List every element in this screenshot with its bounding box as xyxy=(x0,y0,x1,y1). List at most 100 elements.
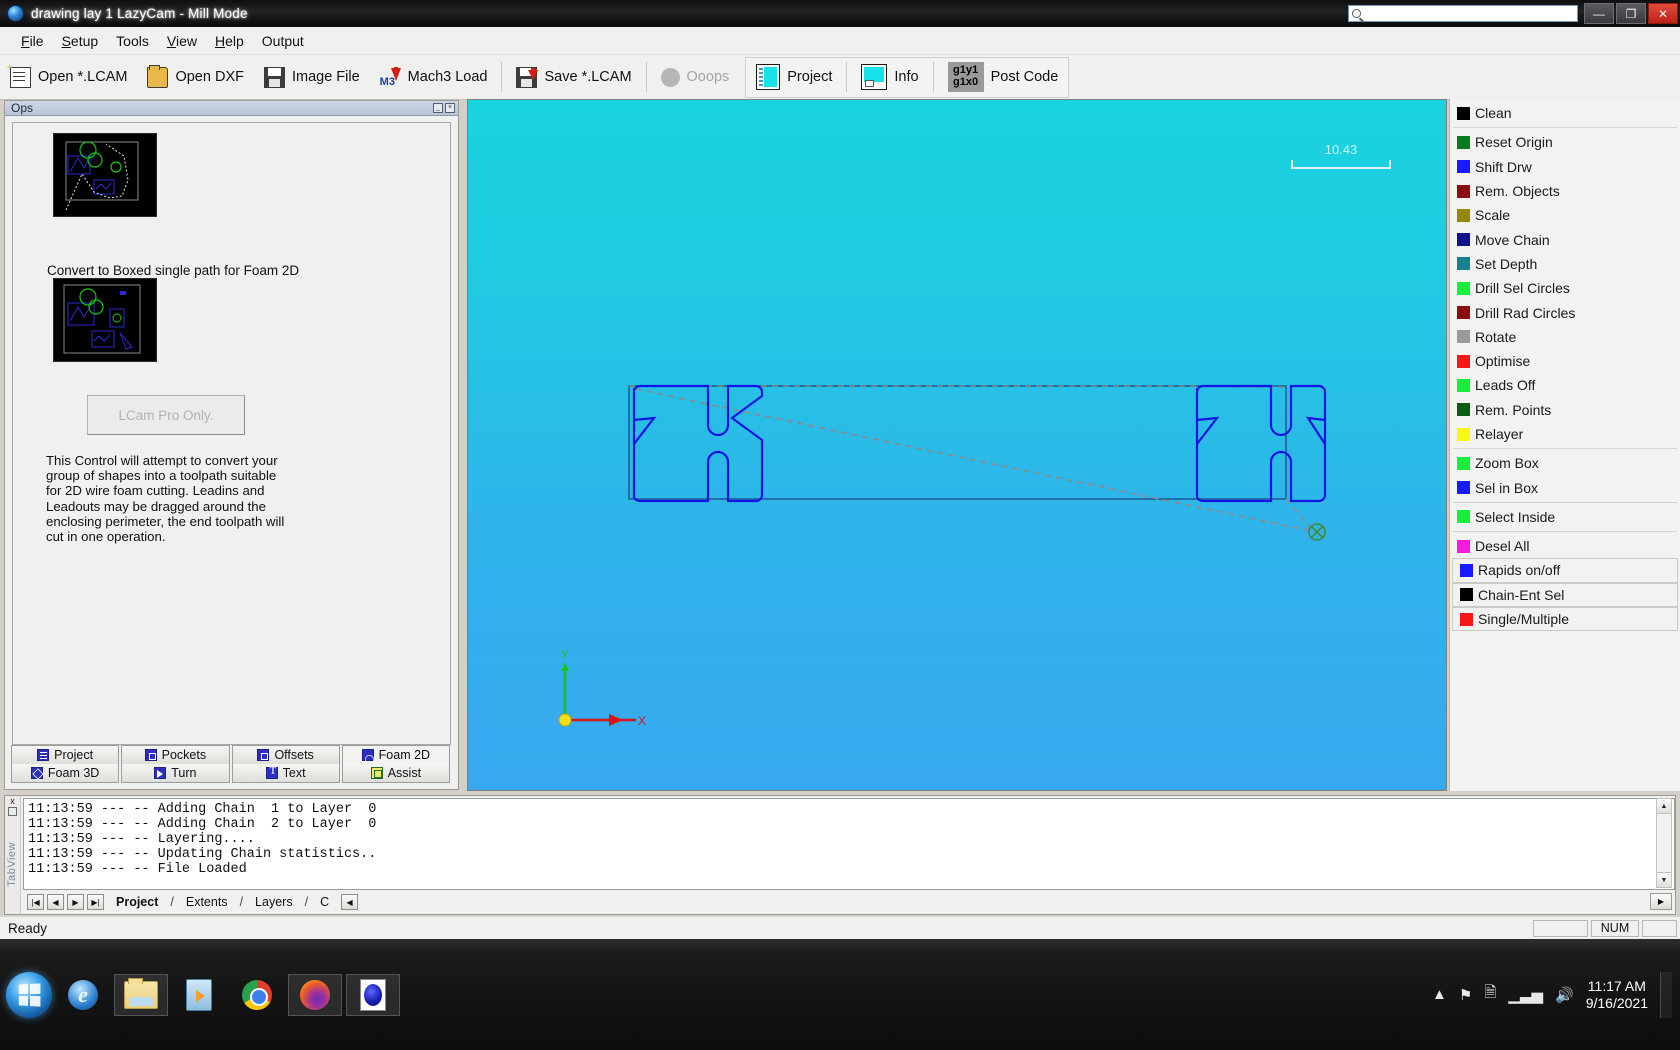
log-vertical-scrollbar[interactable]: ▲ ▼ xyxy=(1656,798,1672,888)
taskbar-clock[interactable]: 11:17 AM 9/16/2021 xyxy=(1586,978,1648,1012)
log-tab-extents[interactable]: Extents xyxy=(177,894,237,910)
command-zoom-box[interactable]: Zoom Box xyxy=(1450,451,1680,475)
tab-text[interactable]: Text xyxy=(232,764,340,783)
gcode-line-2: g1x0 xyxy=(953,77,978,89)
taskbar-firefox[interactable] xyxy=(288,974,342,1016)
command-rem-objects[interactable]: Rem. Objects xyxy=(1450,179,1680,203)
nav-prev-button[interactable]: ◀ xyxy=(47,894,64,910)
maximize-button[interactable]: ❐ xyxy=(1616,3,1646,24)
command-drill-sel-circles[interactable]: Drill Sel Circles xyxy=(1450,276,1680,300)
image-file-button[interactable]: Image File xyxy=(254,59,370,95)
system-tray: ▲ ⚑ 🗎 ▁▃▅ 🔊 11:17 AM 9/16/2021 xyxy=(1432,972,1680,1018)
search-input[interactable] xyxy=(1348,5,1578,22)
color-swatch-select-inside xyxy=(1457,510,1470,523)
ops-close-button[interactable]: × xyxy=(445,103,455,113)
taskbar-chrome[interactable] xyxy=(230,974,284,1016)
color-swatch-rem-points xyxy=(1457,403,1470,416)
post-code-button[interactable]: g1y1 g1x0 Post Code xyxy=(938,59,1069,95)
ooops-button[interactable]: Ooops xyxy=(651,59,740,95)
menu-item-setup[interactable]: Setup xyxy=(53,30,108,52)
project-view-button[interactable]: Project xyxy=(746,59,842,95)
tab-foam-3d[interactable]: Foam 3D xyxy=(11,764,119,783)
log-panel: x TabView 11:13:59 --- -- Adding Chain 1… xyxy=(4,795,1676,915)
command-sel-in-box-label: Sel in Box xyxy=(1475,480,1538,496)
nav-last-button[interactable]: ▶| xyxy=(87,894,104,910)
log-tab-project[interactable]: Project xyxy=(107,894,167,910)
command-desel-all-label: Desel All xyxy=(1475,538,1529,554)
command-relayer[interactable]: Relayer xyxy=(1450,422,1680,446)
drawing-canvas[interactable]: Y X 10.43 xyxy=(467,99,1447,791)
tab-turn[interactable]: Turn xyxy=(121,764,229,783)
lcam-pro-only-button[interactable]: LCam Pro Only. xyxy=(87,395,245,435)
command-set-depth[interactable]: Set Depth xyxy=(1450,252,1680,276)
command-desel-all[interactable]: Desel All xyxy=(1450,534,1680,558)
internet-explorer-icon xyxy=(68,980,98,1010)
nav-first-button[interactable]: |◀ xyxy=(27,894,44,910)
minimize-button[interactable]: — xyxy=(1584,3,1614,24)
volume-icon[interactable]: 🔊 xyxy=(1555,986,1574,1004)
show-desktop-button[interactable] xyxy=(1660,972,1672,1018)
menu-item-output[interactable]: Output xyxy=(253,30,313,52)
command-sel-in-box[interactable]: Sel in Box xyxy=(1450,475,1680,499)
taskbar-media-player[interactable] xyxy=(172,974,226,1016)
command-reset-origin[interactable]: Reset Origin xyxy=(1450,130,1680,154)
mach3-load-button[interactable]: M3 Mach3 Load xyxy=(370,59,498,95)
command-drill-rad-circles-label: Drill Rad Circles xyxy=(1475,305,1575,321)
command-rem-points-label: Rem. Points xyxy=(1475,402,1551,418)
log-tab-layers[interactable]: Layers xyxy=(246,894,302,910)
log-tab-scroll-left[interactable]: ◀ xyxy=(341,894,358,910)
tab-assist[interactable]: Assist xyxy=(342,764,450,783)
nav-next-button[interactable]: ▶ xyxy=(67,894,84,910)
toolpath-preview-after[interactable] xyxy=(53,278,157,362)
log-close-button[interactable]: x xyxy=(5,796,20,806)
command-rotate[interactable]: Rotate xyxy=(1450,325,1680,349)
application-window: drawing lay 1 LazyCam - Mill Mode — ❐ ✕ … xyxy=(0,0,1680,1050)
command-leads-off[interactable]: Leads Off xyxy=(1450,373,1680,397)
taskbar-file-explorer[interactable] xyxy=(114,974,168,1016)
taskbar-internet-explorer[interactable] xyxy=(56,974,110,1016)
tab-project[interactable]: Project xyxy=(11,745,119,764)
command-optimise[interactable]: Optimise xyxy=(1450,349,1680,373)
save-lcam-button[interactable]: Save *.LCAM xyxy=(506,59,641,95)
signal-icon[interactable]: ▁▃▅ xyxy=(1508,986,1543,1004)
gcode-icon: g1y1 g1x0 xyxy=(948,62,984,92)
scroll-up-button[interactable]: ▲ xyxy=(1657,799,1671,814)
info-view-button[interactable]: Info xyxy=(851,59,928,95)
menu-item-tools[interactable]: Tools xyxy=(107,30,158,52)
start-button[interactable] xyxy=(6,972,52,1018)
foam-conversion-caption: Convert to Boxed single path for Foam 2D xyxy=(47,263,299,278)
command-drill-rad-circles[interactable]: Drill Rad Circles xyxy=(1450,300,1680,324)
menu-item-help[interactable]: Help xyxy=(206,30,253,52)
close-button[interactable]: ✕ xyxy=(1648,3,1678,24)
log-tab-c[interactable]: C xyxy=(311,894,338,910)
tab-foam-2d[interactable]: Foam 2D xyxy=(342,745,450,764)
command-scale[interactable]: Scale xyxy=(1450,203,1680,227)
taskbar-lazycam[interactable] xyxy=(346,974,400,1016)
network-flag-icon[interactable]: ⚑ xyxy=(1459,986,1472,1004)
scroll-down-button[interactable]: ▼ xyxy=(1657,872,1671,887)
command-rapids-on-off[interactable]: Rapids on/off xyxy=(1452,558,1678,582)
command-chain-ent-sel[interactable]: Chain-Ent Sel xyxy=(1452,583,1678,607)
project-label: Project xyxy=(787,69,832,85)
tab-pockets[interactable]: Pockets xyxy=(121,745,229,764)
command-move-chain[interactable]: Move Chain xyxy=(1450,227,1680,251)
action-center-icon[interactable]: 🗎 xyxy=(1484,982,1496,1007)
command-select-inside[interactable]: Select Inside xyxy=(1450,505,1680,529)
open-lcam-button[interactable]: Open *.LCAM xyxy=(0,59,137,95)
open-dxf-button[interactable]: Open DXF xyxy=(137,59,254,95)
command-shift-drw[interactable]: Shift Drw xyxy=(1450,155,1680,179)
tab-offsets[interactable]: Offsets xyxy=(232,745,340,764)
ops-description-text: This Control will attempt to convert you… xyxy=(46,453,291,544)
show-hidden-icons-button[interactable]: ▲ xyxy=(1432,986,1447,1003)
command-rem-points[interactable]: Rem. Points xyxy=(1450,398,1680,422)
toolpath-preview-before[interactable] xyxy=(53,133,157,217)
ops-minimize-button[interactable]: _ xyxy=(433,103,443,113)
menu-item-view[interactable]: View xyxy=(158,30,206,52)
log-output-text[interactable]: 11:13:59 --- -- Adding Chain 1 to Layer … xyxy=(23,798,1675,890)
tab-slash-1: / xyxy=(170,895,173,909)
command-single-multiple[interactable]: Single/Multiple xyxy=(1452,607,1678,631)
log-restore-button[interactable] xyxy=(8,807,17,816)
log-horizontal-scroll-right[interactable]: ▶ xyxy=(1650,893,1672,910)
menu-item-file[interactable]: File xyxy=(12,30,53,52)
command-clean[interactable]: Clean xyxy=(1450,101,1680,125)
